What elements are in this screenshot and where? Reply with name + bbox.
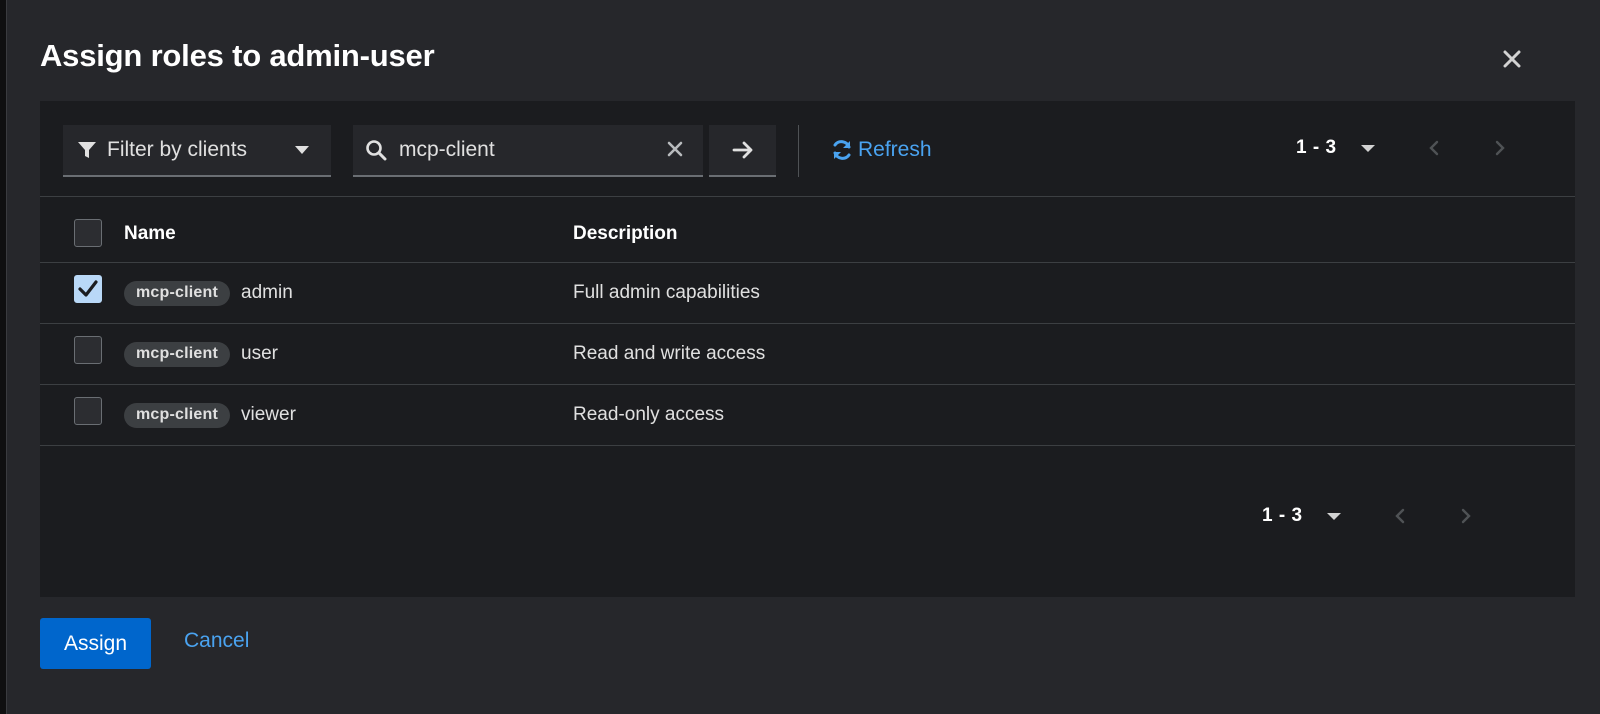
table-row: mcp-client viewer Read-only access xyxy=(40,385,1575,446)
role-description: Read-only access xyxy=(573,404,725,425)
caret-down-icon xyxy=(295,146,309,154)
table-row: mcp-client user Read and write access xyxy=(40,324,1575,385)
role-description: Read and write access xyxy=(573,343,766,364)
column-header-name: Name xyxy=(124,222,176,244)
role-name: viewer xyxy=(241,404,296,425)
toolbar-separator xyxy=(40,196,1575,197)
row-checkbox[interactable] xyxy=(74,275,102,303)
caret-down-icon xyxy=(1360,144,1375,152)
refresh-button[interactable]: Refresh xyxy=(830,135,932,165)
previous-page-button[interactable] xyxy=(1428,140,1439,156)
refresh-icon xyxy=(833,140,851,160)
client-badge: mcp-client xyxy=(124,341,231,367)
next-page-button[interactable] xyxy=(1495,140,1505,156)
arrow-right-icon xyxy=(732,141,752,159)
roles-table-panel: Filter by clients mcp-client Refresh 1 -… xyxy=(40,101,1575,597)
caret-down-icon xyxy=(1326,512,1341,520)
close-icon xyxy=(1503,50,1521,68)
cancel-button[interactable]: Cancel xyxy=(184,629,249,653)
client-badge: mcp-client xyxy=(124,402,231,428)
modal-title: Assign roles to admin-user xyxy=(40,38,435,73)
role-name-cell: mcp-client viewer xyxy=(124,402,296,428)
role-name-cell: mcp-client user xyxy=(124,341,278,367)
chevron-right-icon xyxy=(1495,140,1505,156)
role-name: user xyxy=(241,343,278,364)
refresh-label: Refresh xyxy=(858,138,932,161)
pagination-range: 1 - 3 xyxy=(1296,137,1337,158)
pagination-range: 1 - 3 xyxy=(1262,505,1303,526)
role-description: Full admin capabilities xyxy=(573,282,760,303)
search-icon xyxy=(366,140,387,161)
chevron-left-icon xyxy=(1394,508,1404,524)
client-badge: mcp-client xyxy=(124,280,231,306)
previous-page-button[interactable] xyxy=(1394,508,1405,524)
row-checkbox[interactable] xyxy=(74,397,102,425)
role-name: admin xyxy=(241,282,293,303)
search-submit-button[interactable] xyxy=(709,125,776,177)
chevron-left-icon xyxy=(1428,140,1438,156)
chevron-right-icon xyxy=(1461,508,1471,524)
column-header-description: Description xyxy=(573,222,678,244)
filter-icon xyxy=(78,142,96,158)
pagination-top: 1 - 3 xyxy=(1296,137,1505,159)
per-page-toggle[interactable] xyxy=(1360,144,1375,153)
checkmark-icon xyxy=(78,280,98,297)
close-button[interactable] xyxy=(1499,46,1525,72)
assign-button[interactable]: Assign xyxy=(40,618,151,669)
clear-search-icon[interactable] xyxy=(667,141,683,157)
role-name-cell: mcp-client admin xyxy=(124,280,293,306)
search-field xyxy=(353,125,703,177)
select-all-checkbox[interactable] xyxy=(74,219,102,247)
per-page-toggle[interactable] xyxy=(1326,512,1341,521)
row-checkbox[interactable] xyxy=(74,336,102,364)
toolbar-divider xyxy=(798,125,799,177)
pagination-bottom: 1 - 3 xyxy=(1262,505,1471,527)
filter-label: Filter by clients xyxy=(107,138,248,161)
table-header: Name Description xyxy=(40,205,1575,263)
assign-roles-modal: Assign roles to admin-user Filter by cli… xyxy=(6,0,1600,714)
filter-by-clients-select[interactable]: Filter by clients xyxy=(63,125,331,177)
search-input[interactable] xyxy=(399,138,639,162)
next-page-button[interactable] xyxy=(1461,508,1471,524)
table-row: mcp-client admin Full admin capabilities xyxy=(40,263,1575,324)
